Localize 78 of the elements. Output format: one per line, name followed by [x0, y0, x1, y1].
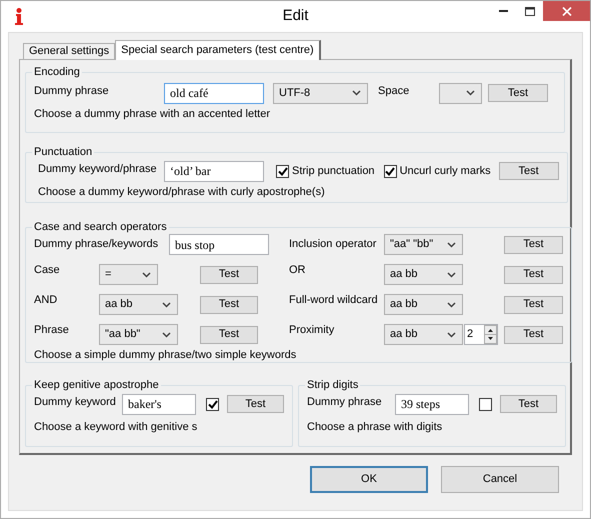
- ok-button[interactable]: OK: [310, 466, 428, 493]
- dropdown[interactable]: aa bb: [99, 294, 178, 315]
- group-title: Case and search operators: [33, 220, 168, 235]
- hint-text: Choose a dummy keyword/phrase with curly apostrophe(s): [37, 184, 326, 200]
- test-button[interactable]: Test: [504, 296, 563, 314]
- field-label: Space: [378, 84, 410, 98]
- dropdown[interactable]: aa bb: [384, 324, 463, 345]
- test-button[interactable]: Test: [200, 296, 258, 314]
- field-label: Dummy phrase/keywords: [34, 236, 160, 252]
- text-field[interactable]: baker's: [122, 394, 196, 414]
- chevron-down-icon: [466, 90, 475, 96]
- chevron-down-icon: [447, 332, 456, 338]
- hint-text: Choose a keyword with genitive s: [34, 420, 198, 434]
- check-icon: [278, 166, 288, 176]
- test-button[interactable]: Test: [488, 84, 548, 102]
- field-label: OR: [289, 262, 306, 278]
- close-icon: [562, 6, 572, 16]
- group-title: Keep genitive apostrophe: [33, 378, 160, 393]
- chevron-down-icon: [447, 302, 456, 308]
- tab[interactable]: Special search parameters (test centre): [115, 40, 321, 60]
- check-icon: [208, 400, 218, 408]
- cancel-button[interactable]: Cancel: [441, 466, 559, 493]
- field-label: Full-word wildcard: [289, 292, 379, 308]
- tab[interactable]: General settings: [23, 43, 116, 59]
- hint-text: Choose a phrase with digits: [307, 420, 444, 434]
- checkbox-label: Uncurl curly marks: [400, 164, 491, 179]
- minimize-icon: [499, 10, 508, 12]
- field-label: Inclusion operator: [289, 236, 378, 252]
- test-button[interactable]: Test: [200, 266, 258, 284]
- text-field[interactable]: 39 steps: [395, 394, 469, 414]
- checkbox-label: Strip punctuation: [292, 164, 375, 179]
- dropdown[interactable]: =: [99, 264, 158, 285]
- test-button[interactable]: Test: [504, 266, 563, 284]
- checkbox[interactable]: [479, 398, 492, 410]
- text-field[interactable]: ‘old’ bar: [164, 160, 264, 182]
- spin-value: 2: [466, 327, 474, 342]
- dropdown[interactable]: aa bb: [384, 264, 463, 285]
- test-button[interactable]: Test: [227, 395, 284, 413]
- group-title: Punctuation: [33, 145, 94, 160]
- check-icon: [385, 166, 396, 176]
- chevron-down-icon: [162, 302, 171, 308]
- chevron-down-icon: [162, 332, 171, 338]
- test-button[interactable]: Test: [498, 162, 559, 180]
- test-button[interactable]: Test: [200, 326, 258, 344]
- field-label: Dummy phrase: [307, 394, 383, 410]
- test-button[interactable]: Test: [500, 395, 557, 413]
- window-title: Edit: [282, 7, 308, 24]
- chevron-down-icon: [142, 272, 151, 278]
- field-label: AND: [34, 292, 58, 308]
- field-label: Case: [34, 262, 61, 278]
- checkbox[interactable]: [384, 164, 397, 178]
- dropdown[interactable]: "aa" "bb": [384, 234, 463, 255]
- group-title: Encoding: [33, 65, 81, 80]
- info-icon: [15, 8, 23, 25]
- field-label: Proximity: [289, 322, 336, 338]
- test-button[interactable]: Test: [504, 236, 563, 254]
- field-label: Dummy phrase: [34, 84, 110, 98]
- field-label: Dummy keyword/phrase: [37, 162, 158, 176]
- checkbox[interactable]: [276, 164, 289, 178]
- hint-text: Choose a dummy phrase with an accented letter: [34, 106, 272, 122]
- test-button[interactable]: Test: [504, 326, 563, 344]
- dropdown[interactable]: UTF-8: [273, 82, 368, 104]
- group-title: Strip digits: [306, 378, 360, 393]
- spin-box[interactable]: 2: [464, 324, 498, 345]
- dropdown[interactable]: aa bb: [384, 294, 463, 315]
- hint-text: Choose a simple dummy phrase/two simple keywords: [34, 348, 298, 362]
- spinner-arrows-icon: [484, 325, 497, 344]
- text-field[interactable]: old café: [164, 82, 264, 104]
- checkbox[interactable]: [206, 398, 219, 410]
- maximize-icon: [525, 6, 535, 16]
- chevron-down-icon: [352, 90, 361, 96]
- close-button[interactable]: [543, 1, 590, 21]
- dropdown[interactable]: "aa bb": [99, 324, 178, 345]
- field-label: Dummy keyword: [34, 394, 117, 410]
- field-label: Phrase: [34, 322, 70, 338]
- chevron-down-icon: [447, 242, 456, 248]
- chevron-down-icon: [447, 272, 456, 278]
- text-field[interactable]: bus stop: [169, 234, 269, 255]
